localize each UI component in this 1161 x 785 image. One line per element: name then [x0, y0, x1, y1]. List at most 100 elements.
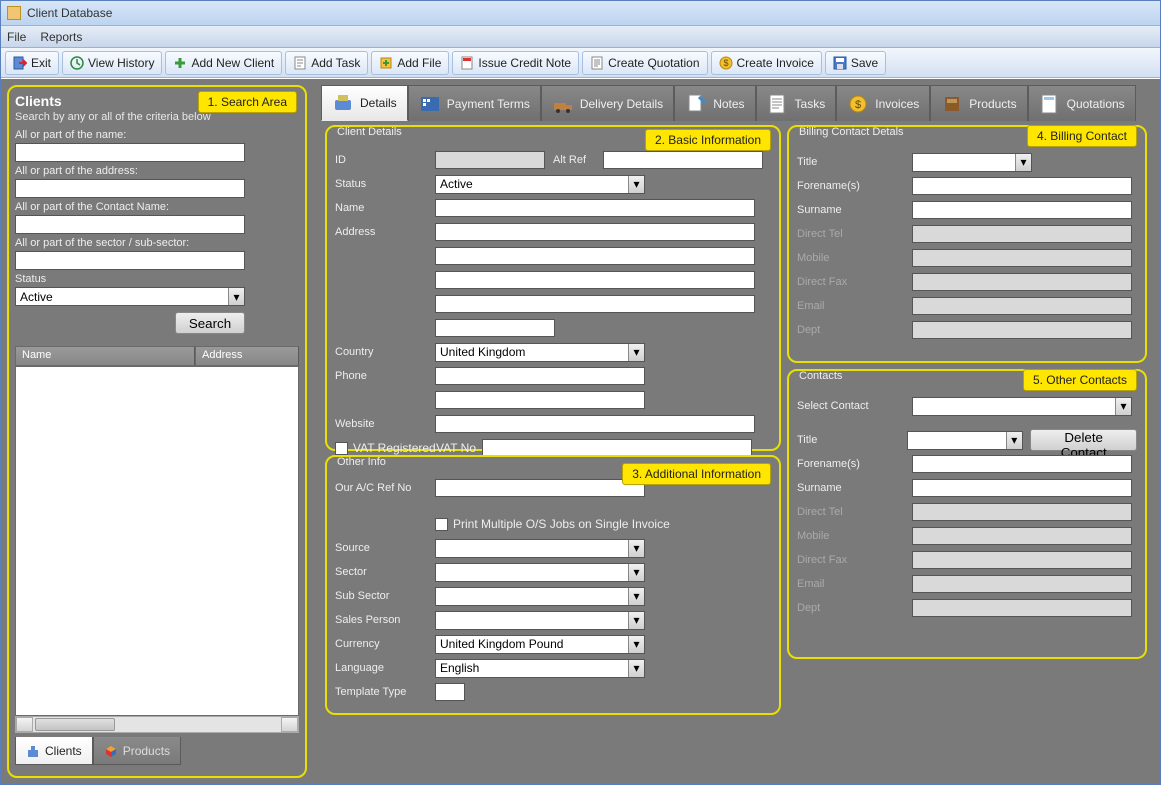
- svg-text:$: $: [723, 58, 728, 68]
- sector-select[interactable]: ▾: [435, 563, 645, 582]
- billing-title-select[interactable]: ▾: [912, 153, 1032, 172]
- country-select[interactable]: United Kingdom▾: [435, 343, 645, 362]
- details-icon: [332, 92, 354, 114]
- phone2-input[interactable]: [435, 391, 645, 409]
- exit-button[interactable]: Exit: [5, 51, 59, 75]
- tab-quotations[interactable]: Quotations: [1028, 85, 1136, 121]
- contact-dept-input: [912, 599, 1132, 617]
- contact-tel-input: [912, 503, 1132, 521]
- label-address: All or part of the address:: [15, 165, 299, 177]
- add-client-button[interactable]: Add New Client: [165, 51, 282, 75]
- billing-forename-input[interactable]: [912, 177, 1132, 195]
- label-ctel: Direct Tel: [797, 506, 912, 518]
- print-multi-checkbox[interactable]: [435, 518, 448, 531]
- chevron-down-icon: ▾: [628, 588, 644, 605]
- label-cemail: Email: [797, 578, 912, 590]
- menu-file[interactable]: File: [7, 30, 26, 44]
- label-ctitle: Title: [797, 434, 907, 446]
- contact-title-select[interactable]: ▾: [907, 431, 1022, 450]
- add-task-button[interactable]: Add Task: [285, 51, 368, 75]
- search-button[interactable]: Search: [175, 312, 245, 334]
- label-selcontact: Select Contact: [797, 400, 912, 412]
- tab-payment-terms[interactable]: Payment Terms: [408, 85, 541, 121]
- vat-registered-checkbox[interactable]: [335, 442, 348, 455]
- acref-input[interactable]: [435, 479, 645, 497]
- sales-select[interactable]: ▾: [435, 611, 645, 630]
- chevron-down-icon: ▾: [628, 344, 644, 361]
- label-address2: Address: [335, 226, 435, 238]
- tab-details[interactable]: Details: [321, 85, 408, 121]
- label-source: Source: [335, 542, 435, 554]
- contact-forename-input[interactable]: [912, 455, 1132, 473]
- label-website: Website: [335, 418, 435, 430]
- address-3-input[interactable]: [435, 271, 755, 289]
- exit-icon: [13, 56, 27, 70]
- template-input[interactable]: [435, 683, 465, 701]
- results-header: Name Address: [15, 346, 299, 366]
- tab-tasks[interactable]: Tasks: [756, 85, 837, 121]
- group-title-client: Client Details: [335, 126, 404, 138]
- col-address[interactable]: Address: [195, 346, 299, 366]
- label-name2: Name: [335, 202, 435, 214]
- credit-note-button[interactable]: Issue Credit Note: [452, 51, 579, 75]
- search-status-select[interactable]: Active ▾: [15, 287, 245, 306]
- tab-invoices[interactable]: $ Invoices: [836, 85, 930, 121]
- svg-text:$: $: [855, 99, 861, 111]
- body: Clients 1. Search Area Search by any or …: [1, 79, 1160, 784]
- sidebar-heading: Clients: [15, 93, 62, 109]
- search-contact-input[interactable]: [15, 215, 245, 234]
- add-file-button[interactable]: Add File: [371, 51, 449, 75]
- altref-input[interactable]: [603, 151, 763, 169]
- delete-contact-button[interactable]: Delete Contact: [1030, 429, 1137, 451]
- create-invoice-button[interactable]: $ Create Invoice: [711, 51, 822, 75]
- group-title-other: Other Info: [335, 456, 388, 468]
- tab-notes[interactable]: Notes: [674, 85, 755, 121]
- language-select[interactable]: English▾: [435, 659, 645, 678]
- tab-clients[interactable]: Clients: [15, 737, 93, 765]
- status-select[interactable]: Active▾: [435, 175, 645, 194]
- results-list[interactable]: [15, 366, 299, 716]
- tasks-icon: [767, 93, 789, 115]
- plus-icon: [173, 56, 187, 70]
- select-contact-select[interactable]: ▾: [912, 397, 1132, 416]
- chevron-down-icon: ▾: [1115, 398, 1131, 415]
- search-address-input[interactable]: [15, 179, 245, 198]
- subsector-select[interactable]: ▾: [435, 587, 645, 606]
- source-select[interactable]: ▾: [435, 539, 645, 558]
- task-icon: [293, 56, 307, 70]
- scroll-right-icon[interactable]: [281, 717, 298, 732]
- chevron-down-icon: ▾: [228, 288, 244, 305]
- phone-input[interactable]: [435, 367, 645, 385]
- tab-delivery[interactable]: Delivery Details: [541, 85, 674, 121]
- contact-email-input: [912, 575, 1132, 593]
- label-language: Language: [335, 662, 435, 674]
- label-acref: Our A/C Ref No: [335, 482, 435, 494]
- currency-select[interactable]: United Kingdom Pound▾: [435, 635, 645, 654]
- label-country: Country: [335, 346, 435, 358]
- scroll-left-icon[interactable]: [16, 717, 33, 732]
- results-scrollbar[interactable]: [15, 716, 299, 733]
- tab-products-main[interactable]: Products: [930, 85, 1027, 121]
- callout-billing: 4. Billing Contact: [1027, 125, 1137, 147]
- contact-surname-input[interactable]: [912, 479, 1132, 497]
- website-input[interactable]: [435, 415, 755, 433]
- create-quotation-button[interactable]: Create Quotation: [582, 51, 707, 75]
- postcode-input[interactable]: [435, 319, 555, 337]
- notes-icon: [685, 93, 707, 115]
- billing-email-input: [912, 297, 1132, 315]
- col-name[interactable]: Name: [15, 346, 195, 366]
- address-2-input[interactable]: [435, 247, 755, 265]
- search-name-input[interactable]: [15, 143, 245, 162]
- menu-reports[interactable]: Reports: [40, 30, 82, 44]
- address-1-input[interactable]: [435, 223, 755, 241]
- label-bfax: Direct Fax: [797, 276, 912, 288]
- scroll-thumb[interactable]: [35, 718, 115, 731]
- tab-products[interactable]: Products: [93, 737, 181, 765]
- search-sector-input[interactable]: [15, 251, 245, 270]
- client-name-input[interactable]: [435, 199, 755, 217]
- save-button[interactable]: Save: [825, 51, 886, 75]
- address-4-input[interactable]: [435, 295, 755, 313]
- delivery-icon: [552, 93, 574, 115]
- billing-surname-input[interactable]: [912, 201, 1132, 219]
- view-history-button[interactable]: View History: [62, 51, 162, 75]
